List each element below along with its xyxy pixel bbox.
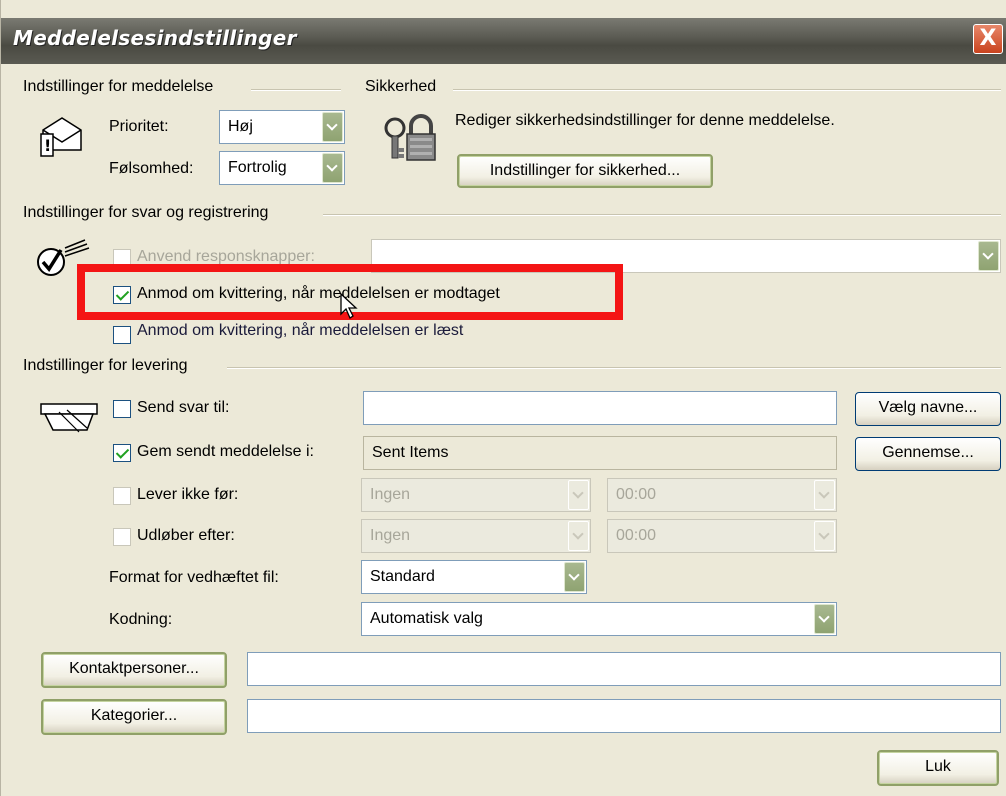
priority-select[interactable]: Høj — [219, 110, 345, 144]
contacts-button[interactable]: Kontaktpersoner... — [41, 652, 227, 688]
no-deliver-before-date-dropdown-icon[interactable] — [568, 480, 589, 510]
contacts-input[interactable] — [247, 652, 1001, 686]
encoding-dropdown-icon[interactable] — [814, 604, 835, 634]
security-group-label: Sikkerhed — [365, 78, 445, 96]
delivery-hand-icon — [40, 403, 98, 433]
encoding-value: Automatisk valg — [370, 610, 483, 627]
message-options-dialog: Meddelelsesindstillinger X Indstillinger… — [0, 0, 1006, 796]
expires-after-time-select[interactable]: 00:00 — [607, 519, 837, 553]
categories-input[interactable] — [247, 699, 1001, 733]
security-settings-button[interactable]: Indstillinger for sikkerhed... — [457, 154, 713, 188]
send-replies-input[interactable] — [363, 391, 837, 425]
message-settings-group-label: Indstillinger for meddelelse — [23, 78, 222, 96]
select-names-button[interactable]: Vælg navne... — [855, 392, 1001, 426]
delivery-group-label: Indstillinger for levering — [23, 357, 196, 375]
delivery-divider — [227, 367, 1001, 369]
expires-after-date-select[interactable]: Ingen — [361, 519, 591, 553]
security-description: Rediger sikkerhedsindstillinger for denn… — [455, 112, 835, 129]
expires-after-checkbox[interactable] — [113, 528, 131, 546]
send-replies-label: Send svar til: — [137, 399, 230, 416]
svg-text:!: ! — [44, 136, 51, 155]
expires-after-date-value: Ingen — [370, 527, 411, 544]
encoding-label: Kodning: — [109, 611, 173, 628]
no-deliver-before-checkbox[interactable] — [113, 487, 131, 505]
mouse-cursor-icon — [340, 292, 358, 319]
delivery-receipt-checkbox[interactable] — [113, 286, 131, 304]
no-deliver-before-time-dropdown-icon[interactable] — [814, 480, 835, 510]
priority-value: Høj — [228, 118, 253, 135]
voting-buttons-dropdown-icon[interactable] — [978, 241, 999, 271]
priority-dropdown-icon[interactable] — [322, 112, 343, 142]
attachment-format-value: Standard — [370, 568, 435, 585]
security-divider — [453, 89, 1001, 91]
sensitivity-select[interactable]: Fortrolig — [219, 151, 345, 185]
sensitivity-label: Følsomhed: — [109, 160, 194, 177]
voting-tracking-group-label: Indstillinger for svar og registrering — [23, 204, 277, 222]
read-receipt-checkbox[interactable] — [113, 326, 131, 344]
delivery-receipt-label: Anmod om kvittering, når meddelelsen er … — [137, 285, 500, 302]
no-deliver-before-date-value: Ingen — [370, 486, 411, 503]
send-replies-checkbox[interactable] — [113, 400, 131, 418]
attachment-format-dropdown-icon[interactable] — [564, 562, 585, 592]
close-window-button[interactable]: X — [973, 24, 1003, 54]
sensitivity-dropdown-icon[interactable] — [322, 153, 343, 183]
encoding-select[interactable]: Automatisk valg — [361, 602, 837, 636]
no-deliver-before-date-select[interactable]: Ingen — [361, 478, 591, 512]
close-button[interactable]: Luk — [877, 750, 999, 786]
save-sent-checkbox[interactable] — [113, 444, 131, 462]
no-deliver-before-time-select[interactable]: 00:00 — [607, 478, 837, 512]
save-sent-label: Gem sendt meddelelse i: — [137, 443, 314, 460]
priority-label: Prioritet: — [109, 118, 169, 135]
no-deliver-before-time-value: 00:00 — [616, 486, 657, 503]
save-sent-folder-field[interactable]: Sent Items — [363, 436, 837, 470]
attachment-format-label: Format for vedhæftet fil: — [109, 569, 279, 586]
no-deliver-before-label: Lever ikke før: — [137, 486, 239, 503]
message-envelope-icon: ! — [40, 117, 82, 157]
expires-after-date-dropdown-icon[interactable] — [568, 521, 589, 551]
voting-tracking-divider — [323, 214, 1001, 216]
attachment-format-select[interactable]: Standard — [361, 560, 587, 594]
expires-after-time-dropdown-icon[interactable] — [814, 521, 835, 551]
categories-button[interactable]: Kategorier... — [41, 699, 227, 735]
expires-after-time-value: 00:00 — [616, 527, 657, 544]
sensitivity-value: Fortrolig — [228, 159, 287, 176]
window-title: Meddelelsesindstillinger — [13, 26, 297, 50]
security-lock-icon — [384, 114, 436, 161]
message-settings-divider — [251, 89, 341, 91]
expires-after-label: Udløber efter: — [137, 527, 235, 544]
browse-button[interactable]: Gennemse... — [855, 437, 1001, 471]
read-receipt-label: Anmod om kvittering, når meddelelsen er … — [137, 322, 464, 339]
title-bar[interactable]: Meddelelsesindstillinger X — [1, 18, 1006, 64]
